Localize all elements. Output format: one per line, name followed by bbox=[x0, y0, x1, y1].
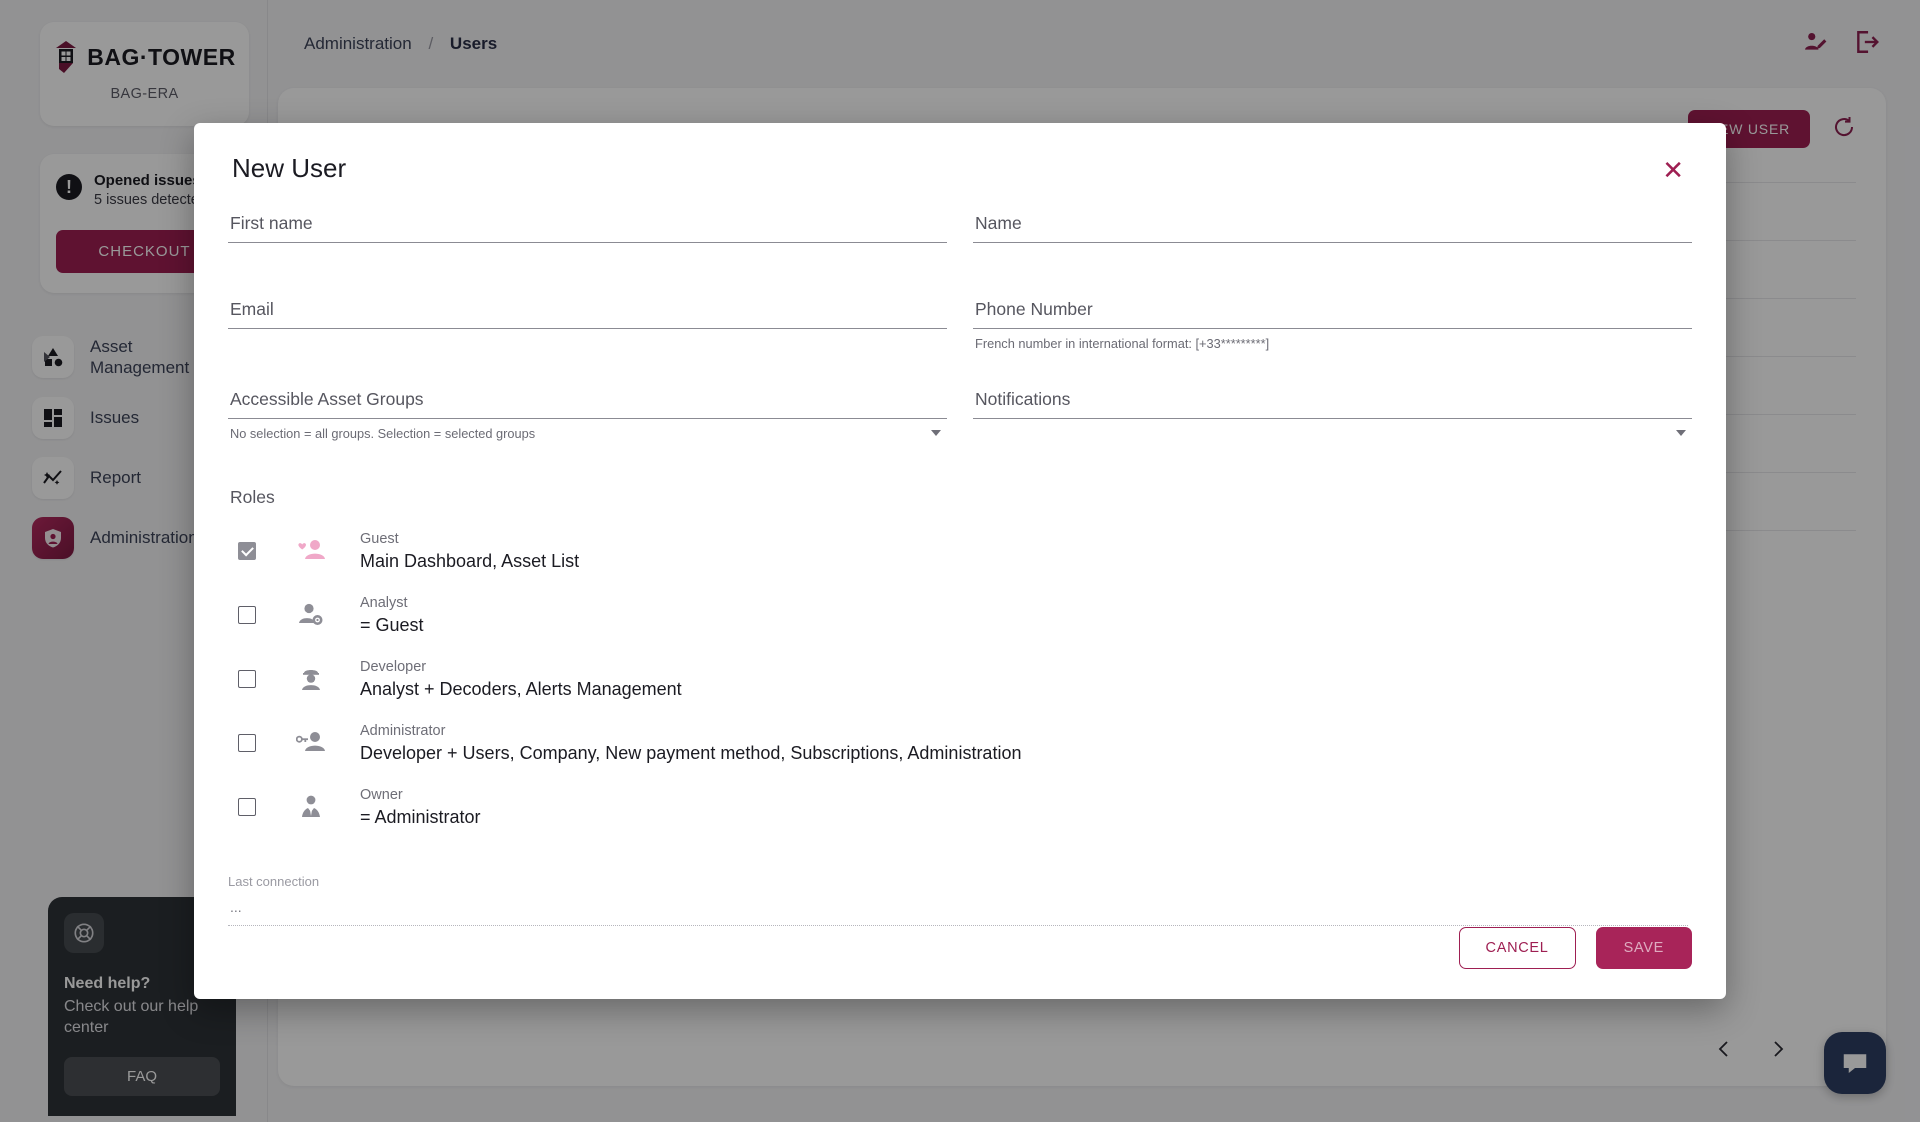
role-description: Developer + Users, Company, New payment … bbox=[360, 743, 1022, 763]
email-label: Email bbox=[230, 299, 274, 319]
asset-groups-label: Accessible Asset Groups bbox=[230, 389, 424, 409]
asset-groups-select[interactable]: Accessible Asset Groups No selection = a… bbox=[228, 389, 947, 449]
last-connection-label: Last connection bbox=[228, 874, 320, 889]
new-user-dialog: New User ✕ First name Name Email Phone N… bbox=[194, 123, 1726, 999]
row-selects: Accessible Asset Groups No selection = a… bbox=[228, 389, 1692, 449]
role-text: Administrator Developer + Users, Company… bbox=[360, 722, 1021, 764]
last-connection-value: ... bbox=[230, 899, 242, 915]
roles-label: Roles bbox=[230, 487, 275, 507]
role-name: Owner bbox=[360, 787, 403, 803]
role-name: Guest bbox=[360, 531, 399, 547]
role-checkbox[interactable] bbox=[238, 798, 256, 816]
role-row-analyst[interactable]: Analyst = Guest bbox=[228, 594, 1692, 636]
role-checkbox[interactable] bbox=[238, 670, 256, 688]
notifications-select[interactable]: Notifications bbox=[973, 389, 1692, 449]
role-description: = Administrator bbox=[360, 807, 481, 827]
role-row-developer[interactable]: Developer Analyst + Decoders, Alerts Man… bbox=[228, 658, 1692, 700]
save-button[interactable]: SAVE bbox=[1595, 927, 1692, 969]
first-name-field[interactable]: First name bbox=[228, 213, 947, 251]
role-checkbox[interactable] bbox=[238, 734, 256, 752]
email-field[interactable]: Email bbox=[228, 299, 947, 359]
admin-key-user-icon bbox=[288, 730, 334, 756]
dialog-header: New User ✕ bbox=[228, 123, 1692, 187]
name-label: Name bbox=[975, 213, 1022, 233]
guest-user-icon bbox=[288, 538, 334, 564]
role-description: = Guest bbox=[360, 615, 424, 635]
name-field[interactable]: Name bbox=[973, 213, 1692, 251]
notifications-label: Notifications bbox=[975, 389, 1071, 409]
last-connection-field: Last connection ... bbox=[228, 874, 1688, 927]
role-description: Analyst + Decoders, Alerts Management bbox=[360, 679, 682, 699]
role-checkbox[interactable] bbox=[238, 542, 256, 560]
role-row-administrator[interactable]: Administrator Developer + Users, Company… bbox=[228, 722, 1692, 764]
role-description: Main Dashboard, Asset List bbox=[360, 551, 580, 571]
first-name-label: First name bbox=[230, 213, 313, 233]
role-checkbox[interactable] bbox=[238, 606, 256, 624]
asset-groups-hint: No selection = all groups. Selection = s… bbox=[230, 426, 536, 441]
dialog-body: First name Name Email Phone Number Frenc… bbox=[228, 187, 1692, 927]
owner-tie-user-icon bbox=[288, 794, 334, 820]
cancel-button[interactable]: CANCEL bbox=[1458, 927, 1576, 969]
role-row-owner[interactable]: Owner = Administrator bbox=[228, 786, 1692, 828]
phone-field[interactable]: Phone Number French number in internatio… bbox=[973, 299, 1692, 359]
role-name: Administrator bbox=[360, 723, 446, 739]
dialog-footer: CANCEL SAVE bbox=[228, 927, 1692, 999]
developer-helmet-user-icon bbox=[288, 666, 334, 692]
role-row-guest[interactable]: Guest Main Dashboard, Asset List bbox=[228, 530, 1692, 572]
role-name: Developer bbox=[360, 659, 427, 675]
analyst-eye-user-icon bbox=[288, 602, 334, 628]
role-text: Owner = Administrator bbox=[360, 786, 481, 828]
chevron-down-icon bbox=[931, 430, 941, 436]
role-text: Developer Analyst + Decoders, Alerts Man… bbox=[360, 658, 682, 700]
role-text: Guest Main Dashboard, Asset List bbox=[360, 530, 579, 572]
phone-hint: French number in international format: [… bbox=[975, 336, 1270, 351]
phone-label: Phone Number bbox=[975, 299, 1093, 319]
close-icon[interactable]: ✕ bbox=[1654, 153, 1692, 187]
chevron-down-icon bbox=[1676, 430, 1686, 436]
role-text: Analyst = Guest bbox=[360, 594, 424, 636]
dialog-title: New User bbox=[232, 153, 347, 183]
row-contact: Email Phone Number French number in inte… bbox=[228, 299, 1692, 359]
row-names: First name Name bbox=[228, 213, 1692, 251]
role-name: Analyst bbox=[360, 595, 408, 611]
